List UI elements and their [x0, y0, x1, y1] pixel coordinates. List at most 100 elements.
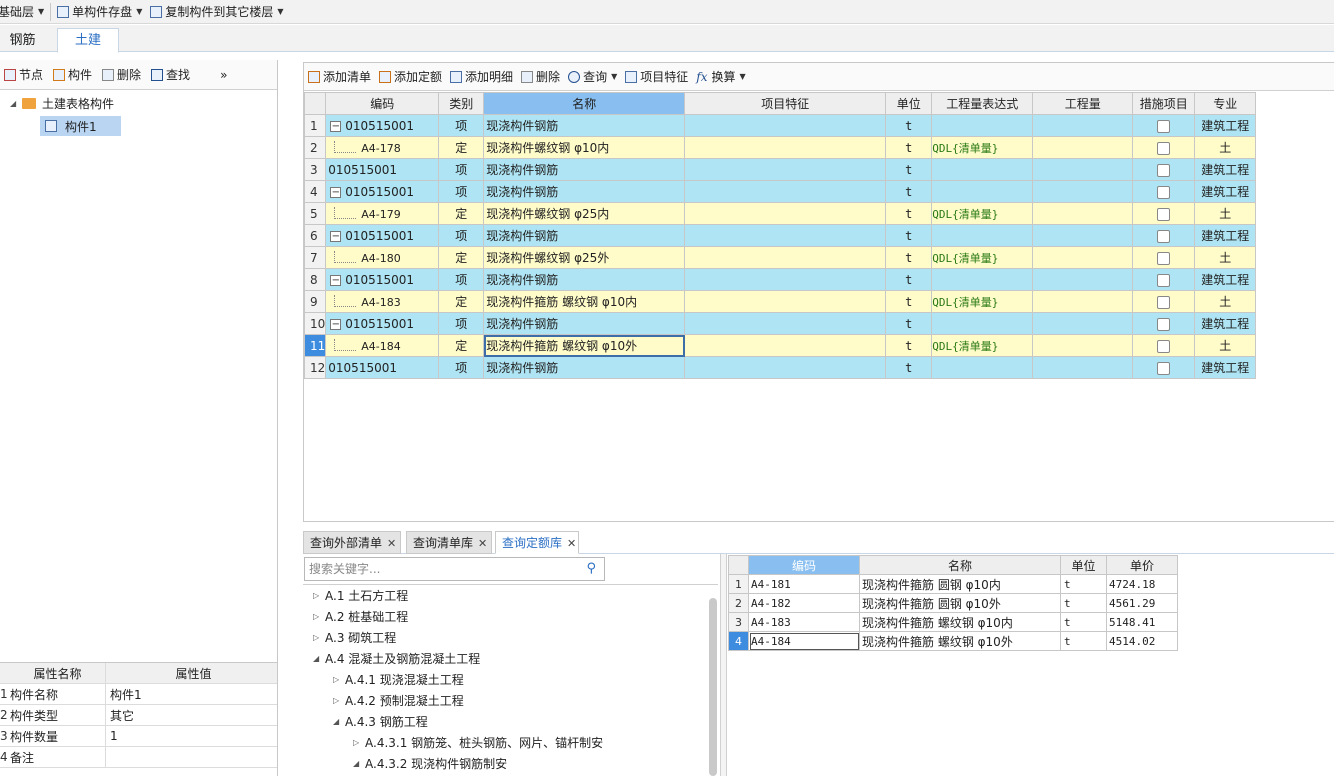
row-number[interactable]: 3 — [303, 158, 327, 181]
measure-checkbox[interactable] — [1157, 185, 1171, 199]
tree-node[interactable]: ▷ A.1 土石方工程 — [313, 585, 408, 606]
quantity-cell[interactable] — [1032, 334, 1134, 357]
prop-value[interactable] — [106, 747, 277, 767]
col-header-feature[interactable]: 项目特征 — [684, 92, 887, 115]
name-cell[interactable]: 现浇构件钢筋 — [483, 356, 686, 379]
floor-selector[interactable]: 基础层 ▼ — [0, 0, 48, 24]
major-cell[interactable]: 建筑工程 — [1194, 268, 1257, 291]
name-cell[interactable]: 现浇构件箍筋 螺纹钢 φ10内 — [859, 612, 1061, 632]
price-cell[interactable]: 4561.29 — [1106, 593, 1178, 613]
quantity-cell[interactable] — [1032, 224, 1134, 247]
measure-checkbox[interactable] — [1157, 295, 1171, 309]
col-header-code[interactable]: 编码 — [325, 92, 440, 115]
table-row[interactable]: 10−010515001 项现浇构件钢筋 t 建筑工程 — [303, 312, 1257, 335]
measure-cell[interactable] — [1132, 246, 1196, 269]
table-row[interactable]: 7 A4-180 定现浇构件螺纹钢 φ25外 t QDL{清单量} 土 — [303, 246, 1257, 269]
collapsed-triangle-icon[interactable]: ▷ — [333, 675, 345, 684]
measure-cell[interactable] — [1132, 290, 1196, 313]
tree-node[interactable]: ▷ A.3 砌筑工程 — [313, 627, 396, 648]
major-cell[interactable]: 建筑工程 — [1194, 114, 1257, 137]
name-cell[interactable]: 现浇构件螺纹钢 φ25外 — [483, 246, 686, 269]
expression-cell[interactable]: QDL{清单量} — [931, 334, 1034, 357]
measure-cell[interactable] — [1132, 180, 1196, 203]
row-number[interactable]: 7 — [303, 246, 327, 269]
unit-cell[interactable]: t — [885, 246, 933, 269]
tree-item-component1[interactable]: 构件1 — [40, 116, 121, 136]
category-cell[interactable]: 项 — [438, 158, 485, 181]
measure-checkbox[interactable] — [1157, 163, 1171, 177]
name-cell[interactable]: 现浇构件钢筋 — [483, 312, 686, 335]
code-cell[interactable]: A4-180 — [325, 246, 440, 269]
measure-checkbox[interactable] — [1157, 339, 1171, 353]
expression-cell[interactable] — [931, 180, 1034, 203]
property-row[interactable]: 1 构件名称 构件1 — [0, 684, 277, 705]
price-cell[interactable]: 5148.41 — [1106, 612, 1178, 632]
collapsed-triangle-icon[interactable]: ▷ — [353, 738, 365, 747]
tab-external-list[interactable]: 查询外部清单 ✕ — [303, 531, 401, 554]
collapsed-triangle-icon[interactable]: ▷ — [333, 696, 345, 705]
unit-cell[interactable]: t — [885, 356, 933, 379]
tab-civil[interactable]: 土建 — [57, 28, 119, 53]
feature-cell[interactable] — [684, 136, 887, 159]
tree-node[interactable]: ▷ A.4.1 现浇混凝土工程 — [333, 669, 464, 690]
feature-cell[interactable] — [684, 202, 887, 225]
prop-value[interactable]: 构件1 — [106, 684, 277, 704]
row-number[interactable]: 12 — [303, 356, 327, 379]
collapsed-triangle-icon[interactable]: ▷ — [313, 591, 325, 600]
property-row[interactable]: 4 备注 — [0, 747, 277, 768]
quantity-cell[interactable] — [1032, 158, 1134, 181]
row-number[interactable]: 9 — [303, 290, 327, 313]
quantity-cell[interactable] — [1032, 136, 1134, 159]
add-detail-button[interactable]: 添加明细 — [450, 68, 513, 85]
unit-cell[interactable]: t — [1060, 593, 1107, 613]
col-header-name[interactable]: 名称 — [483, 92, 686, 115]
tab-quota-library[interactable]: 查询定额库 ✕ — [495, 531, 579, 554]
prop-value[interactable]: 其它 — [106, 705, 277, 725]
save-component-button[interactable]: 单构件存盘 ▼ — [53, 0, 146, 24]
unit-cell[interactable]: t — [885, 158, 933, 181]
unit-cell[interactable]: t — [885, 334, 933, 357]
code-cell[interactable]: A4-181 — [748, 574, 860, 594]
major-cell[interactable]: 建筑工程 — [1194, 312, 1257, 335]
row-number[interactable]: 1 — [728, 574, 749, 594]
measure-cell[interactable] — [1132, 334, 1196, 357]
expanded-triangle-icon[interactable]: ◢ — [313, 654, 325, 663]
measure-checkbox[interactable] — [1157, 361, 1171, 375]
feature-cell[interactable] — [684, 180, 887, 203]
row-number[interactable]: 2 — [728, 593, 749, 613]
measure-cell[interactable] — [1132, 202, 1196, 225]
query-button[interactable]: 查询 ▼ — [568, 68, 617, 85]
col-header-category[interactable]: 类别 — [438, 92, 485, 115]
feature-cell[interactable] — [684, 114, 887, 137]
measure-cell[interactable] — [1132, 114, 1196, 137]
measure-checkbox[interactable] — [1157, 317, 1171, 331]
table-row[interactable]: 3 A4-183 现浇构件箍筋 螺纹钢 φ10内 t 5148.41 — [728, 612, 1178, 632]
major-cell[interactable]: 土 — [1194, 202, 1257, 225]
code-cell[interactable]: A4-182 — [748, 593, 860, 613]
feature-cell[interactable] — [684, 356, 887, 379]
table-row[interactable]: 5 A4-179 定现浇构件螺纹钢 φ25内 t QDL{清单量} 土 — [303, 202, 1257, 225]
unit-cell[interactable]: t — [1060, 612, 1107, 632]
table-row[interactable]: 2 A4-178 定现浇构件螺纹钢 φ10内 t QDL{清单量} 土 — [303, 136, 1257, 159]
tree-scrollbar[interactable] — [709, 598, 717, 776]
expression-cell[interactable] — [931, 158, 1034, 181]
tree-node[interactable]: ◢ A.4.3.2 现浇构件钢筋制安 — [353, 753, 507, 774]
price-cell[interactable]: 4724.18 — [1106, 574, 1178, 594]
delete-row-button[interactable]: 删除 — [521, 68, 560, 85]
collapse-icon[interactable]: − — [330, 120, 342, 132]
expression-cell[interactable] — [931, 312, 1034, 335]
code-cell[interactable]: −010515001 — [325, 180, 440, 203]
code-cell[interactable]: A4-183 — [748, 612, 860, 632]
code-cell[interactable]: A4-178 — [325, 136, 440, 159]
quantity-cell[interactable] — [1032, 290, 1134, 313]
major-cell[interactable]: 建筑工程 — [1194, 356, 1257, 379]
row-number[interactable]: 1 — [303, 114, 327, 137]
collapsed-triangle-icon[interactable]: ▷ — [313, 612, 325, 621]
code-cell[interactable]: A4-184 — [748, 631, 860, 651]
quantity-cell[interactable] — [1032, 312, 1134, 335]
name-cell[interactable]: 现浇构件钢筋 — [483, 158, 686, 181]
code-cell[interactable]: −010515001 — [325, 114, 440, 137]
expanded-triangle-icon[interactable]: ◢ — [333, 717, 345, 726]
quantity-cell[interactable] — [1032, 202, 1134, 225]
expression-cell[interactable]: QDL{清单量} — [931, 202, 1034, 225]
